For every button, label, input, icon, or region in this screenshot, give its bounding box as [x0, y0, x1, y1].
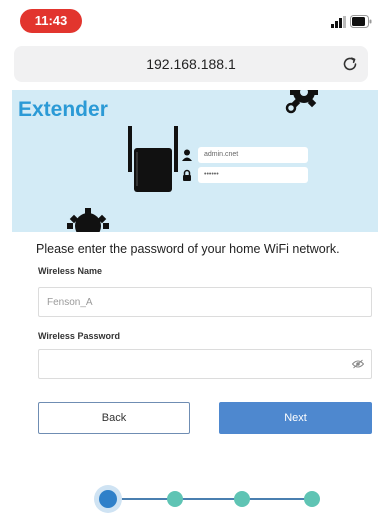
gear-icon — [67, 208, 109, 232]
wireless-name-label: Wireless Name — [38, 266, 102, 276]
reload-icon[interactable] — [340, 54, 360, 74]
banner-title: Extender — [18, 98, 108, 121]
step-4-dot — [304, 491, 320, 507]
gear-icon — [285, 90, 318, 114]
login-password-text: •••••• — [198, 167, 308, 183]
status-bar: 11:43 — [0, 0, 382, 44]
next-button[interactable]: Next — [219, 402, 372, 434]
login-username-text: admin.cnet — [198, 147, 308, 163]
wireless-name-input[interactable] — [38, 287, 372, 317]
login-username-row: admin.cnet — [182, 147, 308, 163]
progress-steps — [94, 485, 320, 513]
login-password-row: •••••• — [182, 167, 308, 183]
wifi-extender-device-icon — [128, 126, 178, 192]
back-button[interactable]: Back — [38, 402, 190, 434]
user-icon — [182, 149, 192, 161]
wireless-password-label: Wireless Password — [38, 331, 120, 341]
login-illustration: admin.cnet •••••• — [182, 145, 308, 185]
step-3-dot — [234, 491, 250, 507]
cellular-signal-icon — [331, 16, 346, 28]
step-1-dot — [99, 490, 117, 508]
step-2-dot — [167, 491, 183, 507]
wireless-password-input[interactable] — [38, 349, 372, 379]
address-bar[interactable]: 192.168.188.1 — [14, 46, 368, 82]
battery-icon — [350, 15, 372, 28]
eye-icon[interactable] — [352, 359, 364, 369]
url-text[interactable]: 192.168.188.1 — [14, 46, 368, 82]
status-time: 11:43 — [20, 9, 82, 33]
lock-icon — [183, 169, 191, 181]
extender-banner: Extender admin.cnet •••••• — [12, 90, 378, 232]
instruction-text: Please enter the password of your home W… — [36, 242, 340, 256]
